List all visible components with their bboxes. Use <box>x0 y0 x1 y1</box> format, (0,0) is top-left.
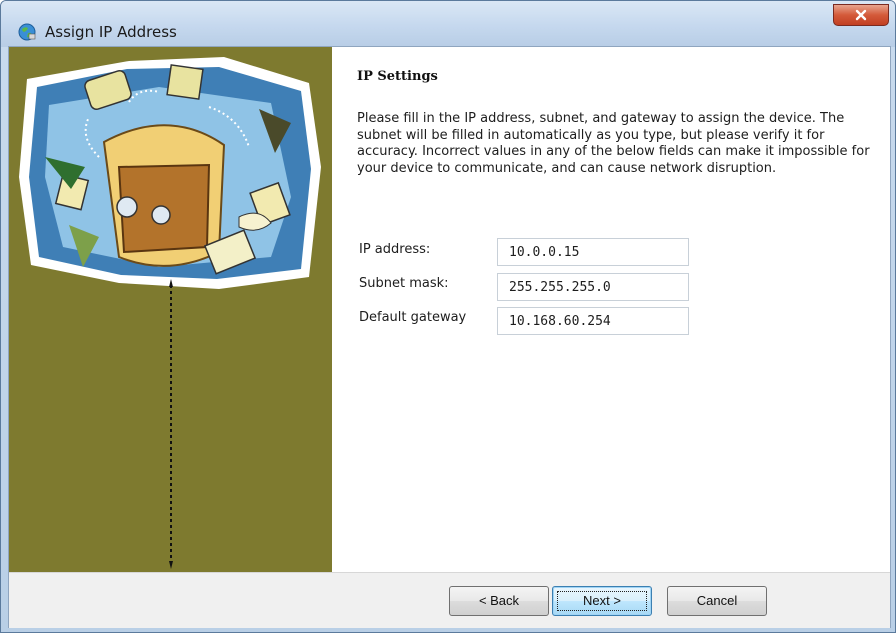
vertical-arrow-icon <box>169 279 173 569</box>
default-gateway-label: Default gateway <box>359 310 467 325</box>
subnet-mask-label: Subnet mask: <box>359 276 449 291</box>
instructions-text: Please fill in the IP address, subnet, a… <box>357 111 870 176</box>
page-title: IP Settings <box>357 69 438 84</box>
side-panel <box>9 47 332 572</box>
wizard-body: IP Settings Please fill in the IP addres… <box>8 46 891 628</box>
title-bar[interactable]: Assign IP Address <box>1 1 895 47</box>
back-button[interactable]: < Back <box>449 586 549 616</box>
focus-rect <box>557 591 647 611</box>
collage-illustration <box>9 47 332 297</box>
default-gateway-field[interactable]: 10.168.60.254 <box>497 307 689 335</box>
dialog-window: Assign IP Address IP Settings Please fil… <box>0 0 896 633</box>
cancel-button[interactable]: Cancel <box>667 586 767 616</box>
subnet-mask-field[interactable]: 255.255.255.0 <box>497 273 689 301</box>
close-button[interactable] <box>833 4 889 26</box>
settings-content: IP Settings Please fill in the IP addres… <box>357 47 892 572</box>
window-title: Assign IP Address <box>45 23 177 41</box>
next-button[interactable]: Next > <box>552 586 652 616</box>
ip-address-field[interactable]: 10.0.0.15 <box>497 238 689 266</box>
ip-address-label: IP address: <box>359 242 431 257</box>
button-bar: < Back Next > Cancel <box>9 572 890 628</box>
close-icon <box>855 9 867 21</box>
globe-network-icon <box>18 23 36 41</box>
